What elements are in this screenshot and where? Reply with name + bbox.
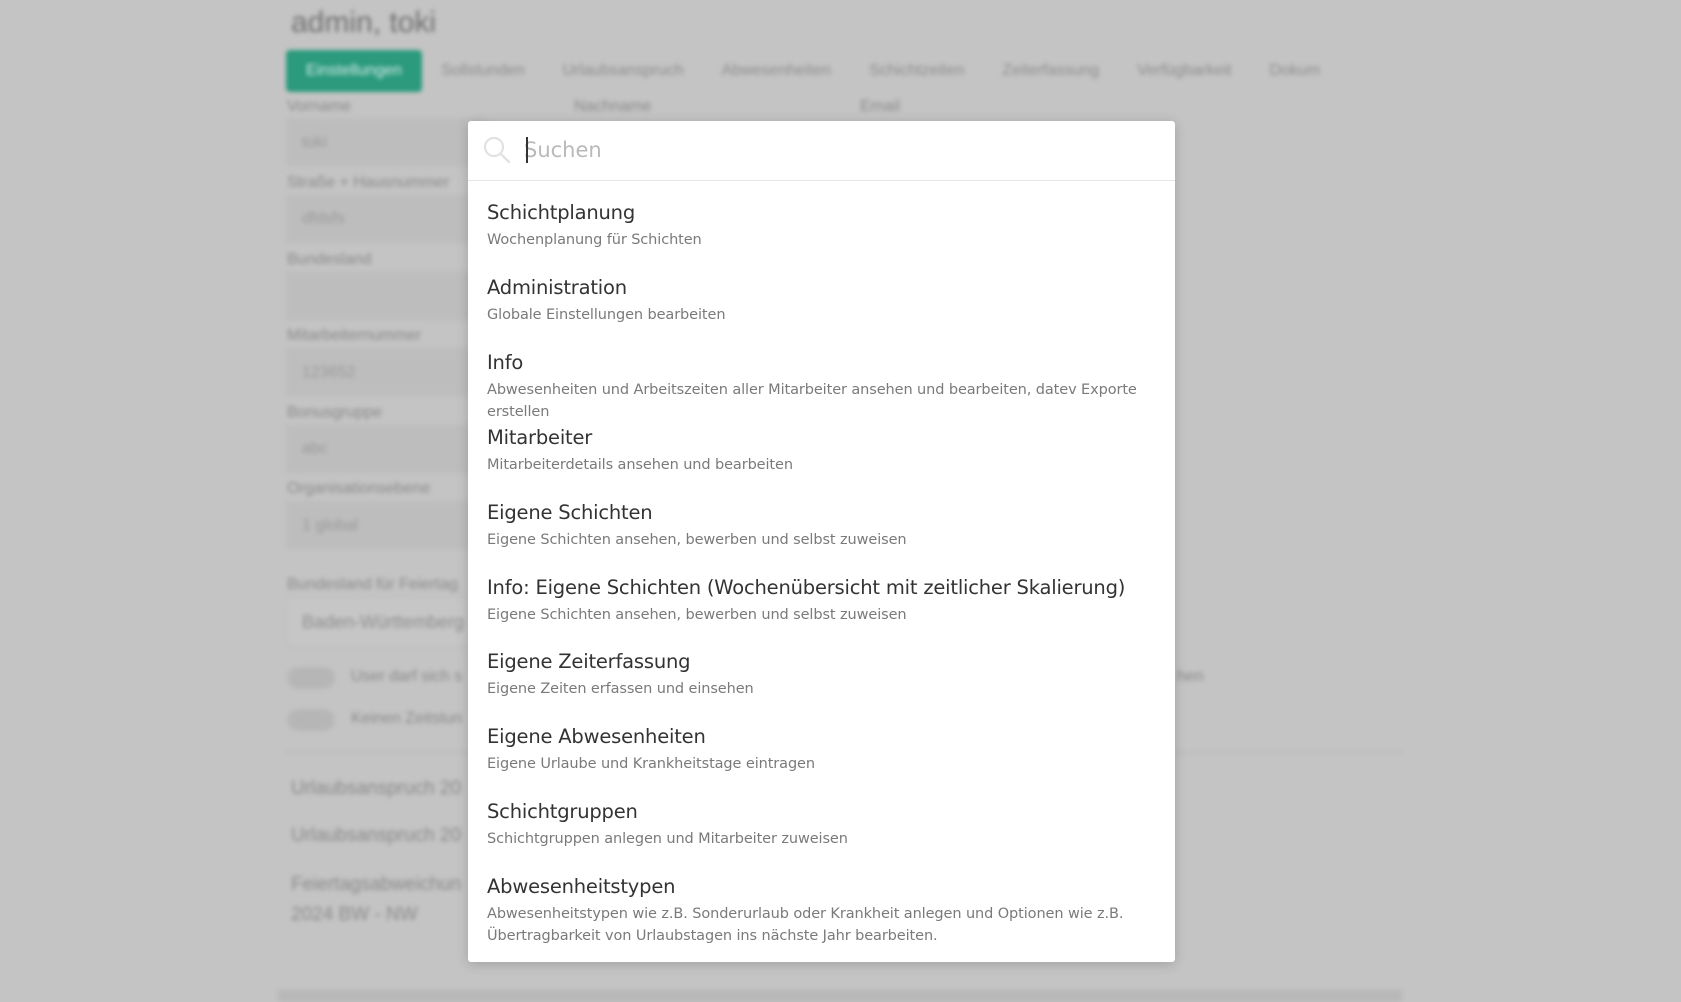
list-item-administration[interactable]: Administration Globale Einstellungen bea…	[468, 276, 1175, 348]
list-item-info-eigene-schichten[interactable]: Info: Eigene Schichten (Wochenübersicht …	[468, 576, 1175, 648]
label-bonusgruppe: Bonusgruppe	[287, 404, 383, 421]
item-description: Wochenplanung für Schichten	[487, 232, 702, 248]
tab-urlaubsanspruch[interactable]: Urlaubsanspruch	[544, 50, 703, 92]
item-title: Info	[487, 351, 524, 374]
item-title: Eigene Zeiterfassung	[487, 650, 691, 673]
tab-zeiterfassung[interactable]: Zeiterfassung	[983, 50, 1118, 92]
footer-strip	[278, 990, 1402, 1002]
list-item-eigene-abwesenheiten[interactable]: Eigene Abwesenheiten Eigene Urlaube und …	[468, 725, 1175, 797]
label-vorname: Vorname	[287, 98, 352, 115]
item-description: Mitarbeiterdetails ansehen und bearbeite…	[487, 457, 793, 473]
list-item-eigene-zeiterfassung[interactable]: Eigene Zeiterfassung Eigene Zeiten erfas…	[468, 650, 1175, 722]
toggle-1-label: User darf sich s	[351, 668, 463, 685]
label-organisationsebene: Organisationsebene	[287, 480, 431, 497]
label-bundesland: Bundesland	[287, 251, 372, 268]
item-description: Schichtgruppen anlegen und Mitarbeiter z…	[487, 831, 848, 847]
bundesland-field[interactable]	[286, 272, 486, 320]
list-item-info[interactable]: Info Abwesenheiten und Arbeitszeiten all…	[468, 351, 1175, 423]
tab-dokumente[interactable]: Dokum	[1250, 50, 1339, 92]
item-description: Eigene Zeiten erfassen und einsehen	[487, 681, 754, 697]
item-title: Eigene Schichten	[487, 501, 653, 524]
list-item-mitarbeiter[interactable]: Mitarbeiter Mitarbeiterdetails ansehen u…	[468, 426, 1175, 498]
list-item-schichtplanung[interactable]: Schichtplanung Wochenplanung für Schicht…	[468, 201, 1175, 273]
label-mitarbeiternummer: Mitarbeiternummer	[287, 327, 422, 344]
organisationsebene-value: 1 global	[302, 517, 359, 534]
item-description: Abwesenheiten und Arbeitszeiten aller Mi…	[487, 382, 1137, 420]
label-strasse: Straße + Hausnummer	[287, 174, 450, 191]
tab-bar: Einstellungen Sollstunden Urlaubsanspruch A…	[286, 50, 1402, 92]
item-title: Abwesenheitstypen	[487, 875, 676, 898]
bundesland-feiertage-value: Baden-Württemberg	[302, 612, 465, 632]
tab-abwesenheiten[interactable]: Abwesenheiten	[703, 50, 850, 92]
item-description: Eigene Schichten ansehen, bewerben und s…	[487, 607, 907, 623]
bonusgruppe-value: abc	[302, 440, 328, 457]
item-description: Eigene Urlaube und Krankheitstage eintra…	[487, 756, 815, 772]
item-description: Abwesenheitstypen wie z.B. Sonderurlaub …	[487, 906, 1124, 944]
item-title: Mitarbeiter	[487, 426, 593, 449]
toggle-1-label-end: hen	[1177, 668, 1204, 685]
item-description: Eigene Schichten ansehen, bewerben und s…	[487, 532, 907, 548]
item-description: Globale Einstellungen bearbeiten	[487, 307, 726, 323]
item-title: Eigene Abwesenheiten	[487, 725, 706, 748]
urlaub-row-2: Urlaubsanspruch 20	[291, 825, 462, 846]
item-title: Schichtgruppen	[487, 800, 638, 823]
search-bar	[468, 121, 1175, 181]
search-icon	[483, 136, 511, 164]
urlaub-row-1: Urlaubsanspruch 20	[291, 778, 462, 799]
item-title: Administration	[487, 276, 627, 299]
page-title: admin, toki	[291, 6, 437, 39]
toggle-2-label: Keinen Zeitstun	[351, 710, 463, 727]
tab-sollstunden[interactable]: Sollstunden	[422, 50, 544, 92]
search-input[interactable]	[524, 134, 1144, 166]
label-bundesland-feiertage: Bundesland für Feiertag	[287, 576, 458, 593]
item-title: Info: Eigene Schichten (Wochenübersicht …	[487, 576, 1126, 599]
toggle-2[interactable]	[287, 709, 335, 731]
command-palette: Schichtplanung Wochenplanung für Schicht…	[468, 121, 1175, 962]
list-item-abwesenheitstypen[interactable]: Abwesenheitstypen Abwesenheitstypen wie …	[468, 875, 1175, 961]
mitarbeiternummer-value: 123652	[302, 364, 356, 381]
list-item-eigene-schichten[interactable]: Eigene Schichten Eigene Schichten ansehe…	[468, 501, 1175, 573]
feiertag-line-2: 2024 BW - NW	[291, 904, 418, 925]
strasse-value: dfdsfs	[302, 210, 345, 227]
text-caret	[526, 137, 528, 163]
toggle-1[interactable]	[287, 667, 335, 689]
item-title: Schichtplanung	[487, 201, 636, 224]
vorname-value: toki	[302, 134, 327, 151]
label-email: Email	[860, 98, 901, 115]
list-item-schichtgruppen[interactable]: Schichtgruppen Schichtgruppen anlegen un…	[468, 800, 1175, 872]
tab-einstellungen[interactable]: Einstellungen	[286, 50, 423, 92]
tab-verfuegbarkeit[interactable]: Verfügbarkeit	[1118, 50, 1250, 92]
label-nachname: Nachname	[574, 98, 652, 115]
feiertag-line-1: Feiertagsabweichun	[291, 874, 462, 895]
tab-schichtzeiten[interactable]: Schichtzeiten	[850, 50, 983, 92]
